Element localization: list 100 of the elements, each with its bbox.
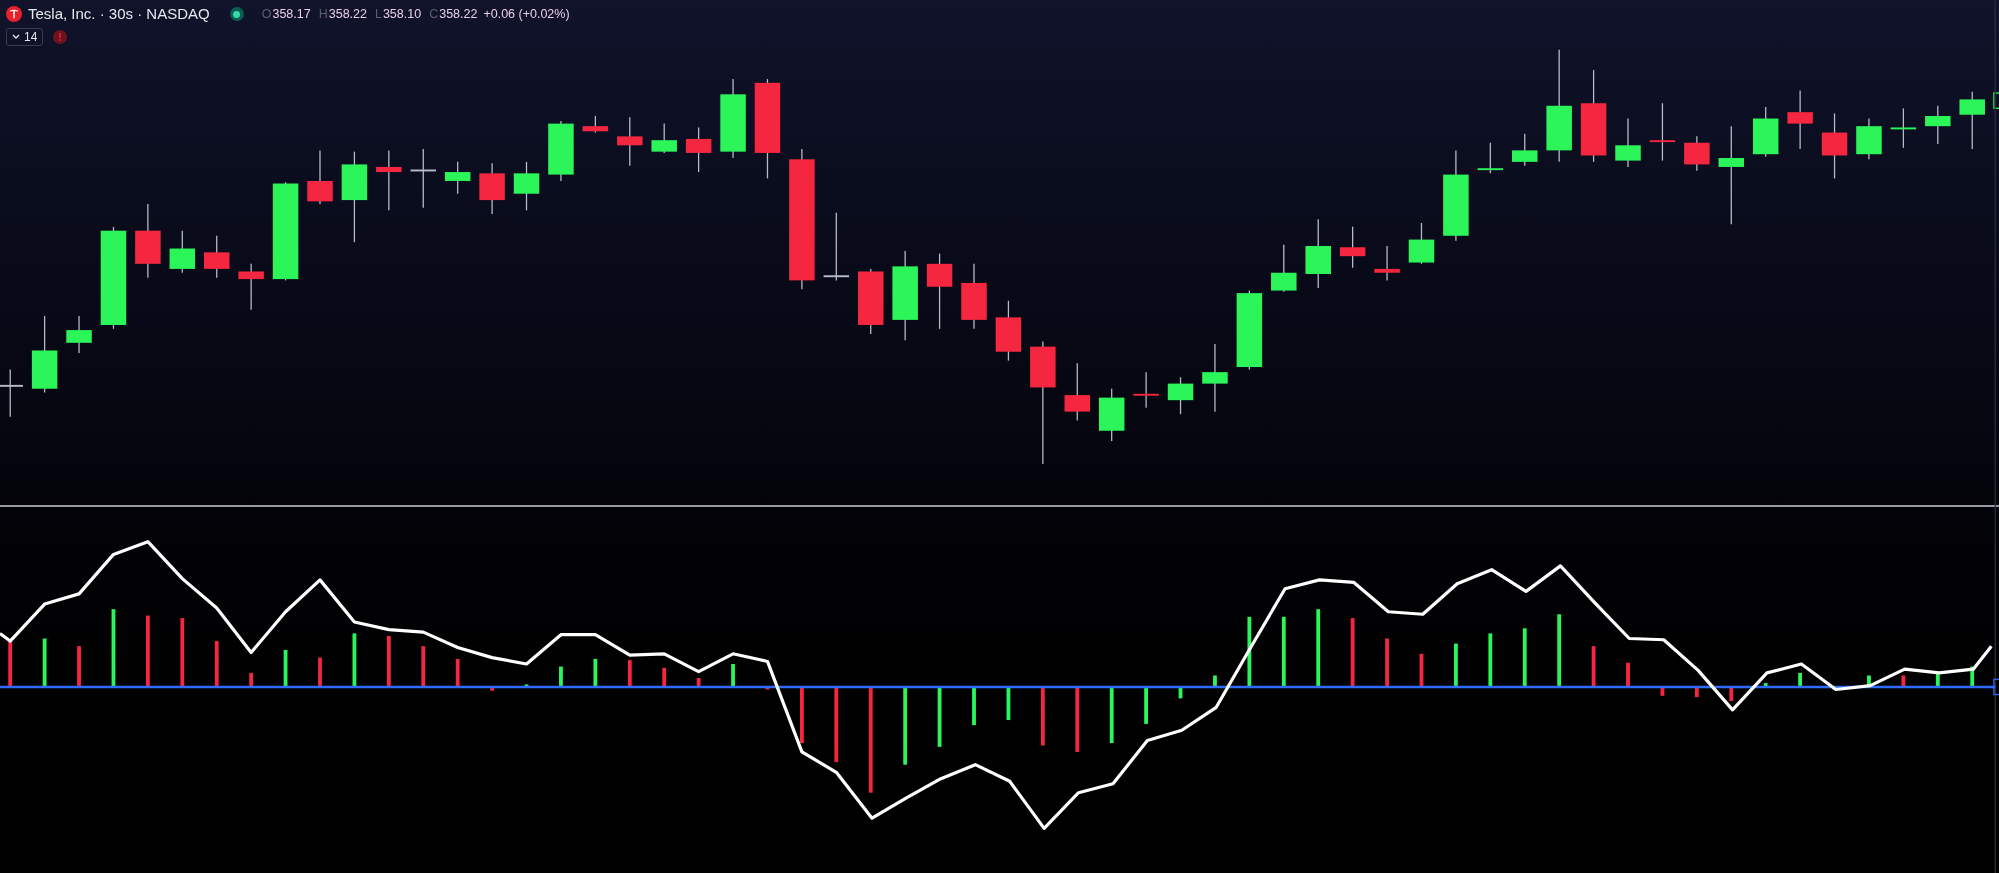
histogram-bar: [42, 638, 47, 687]
histogram-bar: [1144, 686, 1148, 724]
histogram-bar: [765, 686, 770, 690]
histogram-bar: [1247, 616, 1252, 687]
histogram-bar: [800, 686, 804, 743]
ohlc-value: 358.17: [272, 5, 311, 23]
candlestick: [169, 230, 196, 274]
candlestick: [961, 263, 987, 330]
histogram-bar: [1763, 683, 1768, 687]
histogram-bar: [1350, 618, 1355, 687]
histogram-bar: [1660, 686, 1665, 696]
histogram-bar: [1006, 686, 1011, 721]
histogram-bar: [972, 686, 976, 726]
price-marker-icon: [1993, 92, 1999, 109]
candlestick: [410, 148, 436, 209]
candlestick: [1649, 102, 1676, 162]
candlestick: [238, 263, 264, 311]
candlestick: [685, 126, 712, 173]
candlestick: [1133, 371, 1159, 409]
candlestick: [1202, 343, 1228, 413]
histogram-bar: [1694, 686, 1699, 698]
histogram-bar: [627, 660, 632, 687]
histogram-bar: [524, 684, 529, 687]
histogram-bar: [1970, 666, 1975, 687]
scale-marker-icon: [1993, 678, 1999, 696]
ohlc-label: H: [318, 5, 328, 23]
histogram-bar: [421, 646, 426, 687]
ohlc-label: L: [374, 5, 382, 23]
histogram-bar: [1178, 686, 1183, 699]
candlestick: [1339, 226, 1366, 269]
histogram-bar: [662, 667, 667, 687]
candlestick: [1684, 135, 1710, 172]
candlestick: [513, 161, 540, 211]
histogram-bar: [1901, 675, 1906, 687]
histogram-bar: [490, 686, 494, 691]
candlestick: [1787, 89, 1813, 150]
indicator-toggle[interactable]: 14: [6, 28, 44, 46]
candlestick: [1512, 133, 1538, 167]
market-status-icon: [229, 7, 244, 21]
histogram-bar: [77, 646, 81, 687]
candlestick: [204, 235, 230, 279]
candlestick: [66, 315, 92, 354]
ohlc-value: 358.10: [382, 5, 422, 23]
candlestick: [617, 116, 643, 167]
candlestick: [1098, 388, 1125, 442]
histogram-bar: [8, 641, 13, 687]
histogram-bar: [455, 658, 460, 687]
candlestick: [1615, 117, 1641, 168]
histogram-bar: [180, 618, 185, 687]
candlestick: [1408, 222, 1435, 265]
candlestick: [0, 368, 23, 418]
histogram-bar: [1798, 672, 1803, 687]
symbol-title[interactable]: Tesla, Inc. · 30s · NASDAQ: [28, 2, 210, 26]
candlestick: [1477, 142, 1504, 174]
ohlc-value: 358.22: [439, 5, 478, 23]
candlestick: [1752, 106, 1779, 158]
ohlc-value: 358.22: [328, 5, 367, 23]
histogram-bar: [1040, 686, 1045, 746]
histogram-bar: [386, 635, 391, 687]
histogram-bar: [145, 615, 150, 687]
candlestick: [1271, 244, 1297, 293]
histogram-bar: [318, 657, 322, 687]
candlestick: [307, 149, 333, 205]
candlestick: [1374, 245, 1400, 281]
histogram-bar: [1729, 686, 1734, 701]
candlestick: [548, 120, 574, 182]
candlestick: [858, 268, 884, 335]
histogram-bar: [1213, 675, 1217, 687]
candlestick: [1890, 107, 1917, 149]
histogram-bar: [593, 658, 598, 687]
ohlc-label: C: [429, 5, 439, 23]
candlestick: [1305, 218, 1331, 289]
candlestick: [651, 123, 677, 154]
histogram-bar: [1591, 646, 1596, 687]
histogram-bar: [1281, 616, 1286, 687]
histogram-bar: [1488, 633, 1493, 687]
histogram-bar: [1522, 628, 1527, 687]
candlestick: [995, 300, 1022, 362]
histogram-bar: [696, 678, 701, 687]
candlestick: [1167, 376, 1194, 415]
candlestick: [1925, 105, 1951, 145]
candlestick: [444, 161, 471, 195]
candlestick: [1959, 91, 1985, 150]
histogram-bar: [559, 666, 563, 687]
histogram-bar: [1385, 638, 1389, 687]
ohlc-label: O: [261, 5, 272, 23]
histogram-bar: [1454, 643, 1458, 687]
histogram-bar: [1109, 686, 1114, 743]
histogram-bar: [249, 672, 254, 687]
logo-icon: [6, 6, 22, 22]
candlestick: [376, 149, 402, 211]
candlestick: [1064, 362, 1090, 422]
histogram-bar: [1075, 686, 1080, 752]
histogram-bar: [731, 664, 735, 687]
candlestick: [823, 212, 850, 281]
price-change: +0.06 (+0.02%): [483, 5, 570, 23]
histogram-bar: [283, 649, 288, 687]
warning-icon: [53, 30, 68, 44]
histogram-bar: [937, 686, 942, 747]
chevron-down-icon: [12, 34, 20, 40]
